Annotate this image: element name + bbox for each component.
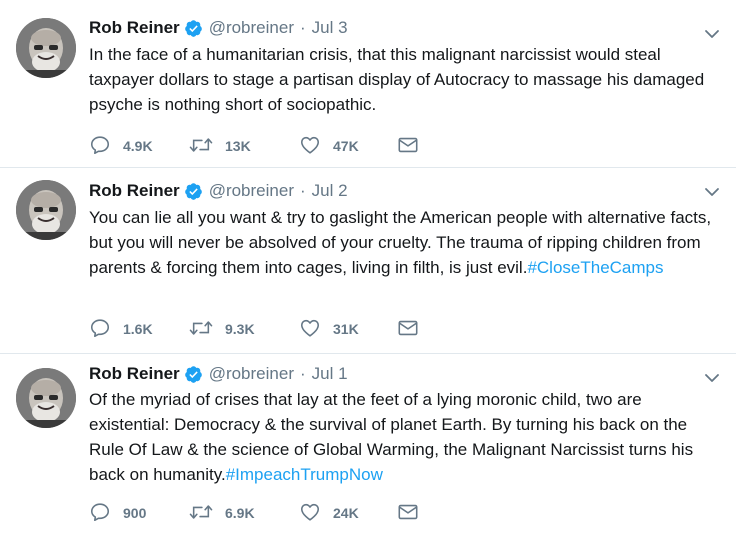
retweet-button[interactable]: 9.3K [189, 317, 299, 342]
tweet[interactable]: Rob Reiner @robreiner · Jul 2 You can li… [0, 168, 736, 354]
timestamp[interactable]: Jul 1 [312, 364, 348, 384]
timestamp[interactable]: Jul 2 [312, 181, 348, 201]
tweet-actions: 1.6K 9.3K 31K [89, 317, 427, 341]
timeline: Rob Reiner @robreiner · Jul 3 In the fac… [0, 0, 736, 535]
like-button[interactable]: 31K [299, 317, 397, 342]
hashtag-link[interactable]: #CloseTheCamps [527, 258, 663, 277]
reply-icon [89, 501, 111, 526]
reply-icon [89, 134, 111, 159]
tweet-body: Of the myriad of crises that lay at the … [89, 390, 694, 484]
separator: · [299, 364, 306, 383]
tweet[interactable]: Rob Reiner @robreiner · Jul 3 In the fac… [0, 0, 736, 168]
retweet-count: 6.9K [225, 505, 255, 521]
reply-count: 4.9K [123, 138, 153, 154]
retweet-count: 9.3K [225, 321, 255, 337]
like-count: 31K [333, 321, 359, 337]
retweet-icon [189, 501, 213, 526]
envelope-icon [397, 317, 419, 342]
avatar[interactable] [16, 18, 76, 78]
reply-button[interactable]: 1.6K [89, 317, 189, 342]
tweet-body: In the face of a humanitarian crisis, th… [89, 45, 705, 114]
envelope-icon [397, 134, 419, 159]
retweet-icon [189, 317, 213, 342]
chevron-down-icon[interactable] [704, 26, 720, 42]
timestamp[interactable]: Jul 3 [312, 18, 348, 38]
avatar[interactable] [16, 180, 76, 240]
avatar[interactable] [16, 368, 76, 428]
reply-button[interactable]: 4.9K [89, 134, 189, 159]
tweet-text: You can lie all you want & try to gaslig… [89, 205, 720, 280]
reply-count: 900 [123, 505, 147, 521]
verified-badge-icon [184, 365, 203, 384]
like-button[interactable]: 47K [299, 134, 397, 159]
author-name[interactable]: Rob Reiner [89, 181, 180, 201]
envelope-icon [397, 501, 419, 526]
tweet-header: Rob Reiner @robreiner · Jul 2 [89, 180, 696, 202]
like-count: 24K [333, 505, 359, 521]
tweet-text: Of the myriad of crises that lay at the … [89, 387, 720, 487]
tweet-header: Rob Reiner @robreiner · Jul 1 [89, 363, 696, 385]
retweet-icon [189, 134, 213, 159]
tweet-actions: 900 6.9K 24K [89, 501, 427, 525]
reply-button[interactable]: 900 [89, 501, 189, 526]
direct-message-button[interactable] [397, 317, 427, 342]
chevron-down-icon[interactable] [704, 370, 720, 386]
verified-badge-icon [184, 19, 203, 38]
author-name[interactable]: Rob Reiner [89, 18, 180, 38]
author-handle[interactable]: @robreiner [209, 181, 294, 201]
tweet-header: Rob Reiner @robreiner · Jul 3 [89, 17, 696, 39]
retweet-count: 13K [225, 138, 251, 154]
separator: · [299, 181, 306, 200]
reply-count: 1.6K [123, 321, 153, 337]
separator: · [299, 18, 306, 37]
tweet-actions: 4.9K 13K 47K [89, 134, 427, 158]
tweet[interactable]: Rob Reiner @robreiner · Jul 1 Of the myr… [0, 354, 736, 535]
hashtag-link[interactable]: #ImpeachTrumpNow [226, 465, 383, 484]
direct-message-button[interactable] [397, 501, 427, 526]
direct-message-button[interactable] [397, 134, 427, 159]
tweet-text: In the face of a humanitarian crisis, th… [89, 42, 720, 117]
retweet-button[interactable]: 13K [189, 134, 299, 159]
author-handle[interactable]: @robreiner [209, 18, 294, 38]
reply-icon [89, 317, 111, 342]
author-name[interactable]: Rob Reiner [89, 364, 180, 384]
retweet-button[interactable]: 6.9K [189, 501, 299, 526]
heart-icon [299, 317, 321, 342]
like-count: 47K [333, 138, 359, 154]
verified-badge-icon [184, 182, 203, 201]
chevron-down-icon[interactable] [704, 184, 720, 200]
like-button[interactable]: 24K [299, 501, 397, 526]
heart-icon [299, 501, 321, 526]
heart-icon [299, 134, 321, 159]
author-handle[interactable]: @robreiner [209, 364, 294, 384]
